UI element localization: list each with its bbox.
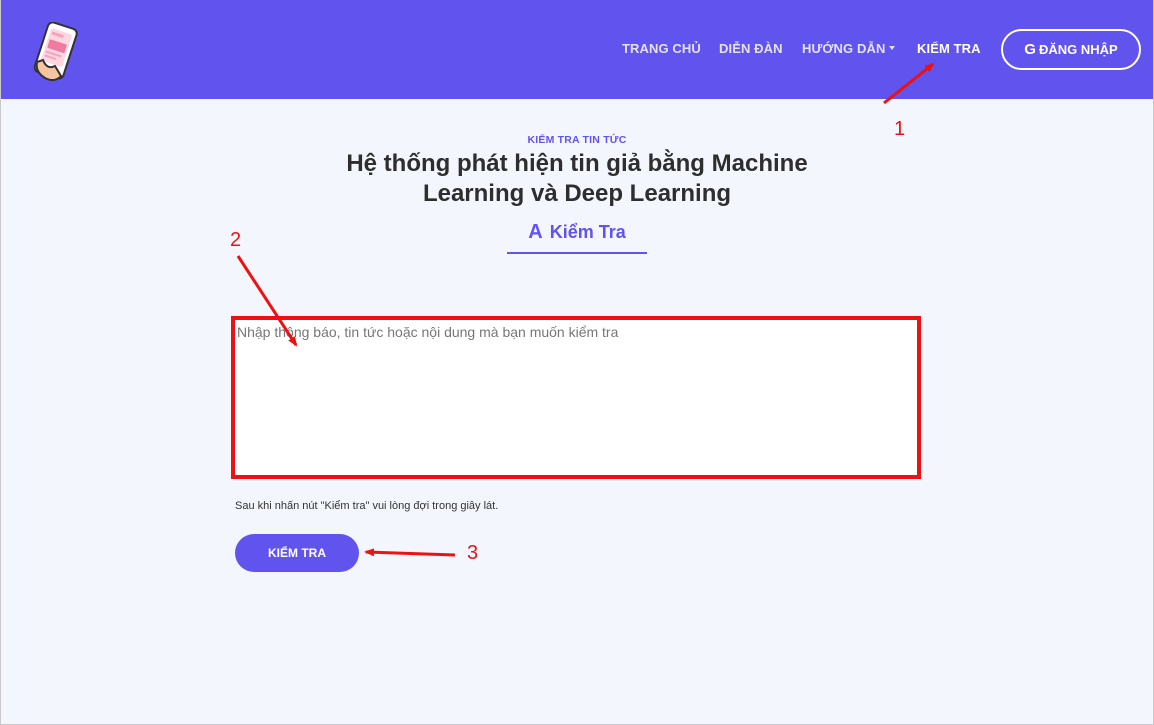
check-submit-button[interactable]: KIỂM TRA [235, 534, 359, 572]
google-g-icon: G [1024, 41, 1036, 58]
news-input[interactable] [235, 320, 917, 475]
nav-item-guide[interactable]: HƯỚNG DẪN [802, 41, 896, 56]
tab-check-label: Kiểm Tra [549, 222, 626, 242]
caret-down-icon [889, 46, 896, 50]
nav-item-guide-label: HƯỚNG DẪN [802, 41, 886, 56]
nav-item-forum[interactable]: DIỄN ĐÀN [719, 41, 783, 56]
annotation-number-1: 1 [894, 118, 906, 140]
login-label: ĐĂNG NHẬP [1038, 42, 1118, 57]
page-title: Hệ thống phát hiện tin giả bằng Machine … [346, 150, 808, 207]
tab-check[interactable]: A Kiểm Tra [507, 220, 647, 254]
annotation-number-3: 3 [467, 542, 479, 564]
section-eyebrow: KIỂM TRA TIN TỨC [527, 134, 627, 146]
navbar: TRANG CHỦ DIỄN ĐÀN HƯỚNG DẪN KIỂM TRA G … [1, 0, 1153, 99]
nav-item-home[interactable]: TRANG CHỦ [622, 41, 701, 56]
annotation-arrow-3 [364, 548, 456, 557]
annotation-number-2: 2 [230, 229, 242, 251]
fake-news-phone-logo-icon[interactable] [31, 22, 83, 84]
nav-item-check[interactable]: KIỂM TRA [917, 41, 981, 56]
google-login-button[interactable]: G ĐĂNG NHẬP [1001, 29, 1141, 70]
font-a-icon: A [528, 221, 543, 243]
news-input-container [231, 316, 921, 479]
wait-hint: Sau khi nhấn nút "Kiểm tra" vui lòng đợi… [235, 500, 499, 512]
